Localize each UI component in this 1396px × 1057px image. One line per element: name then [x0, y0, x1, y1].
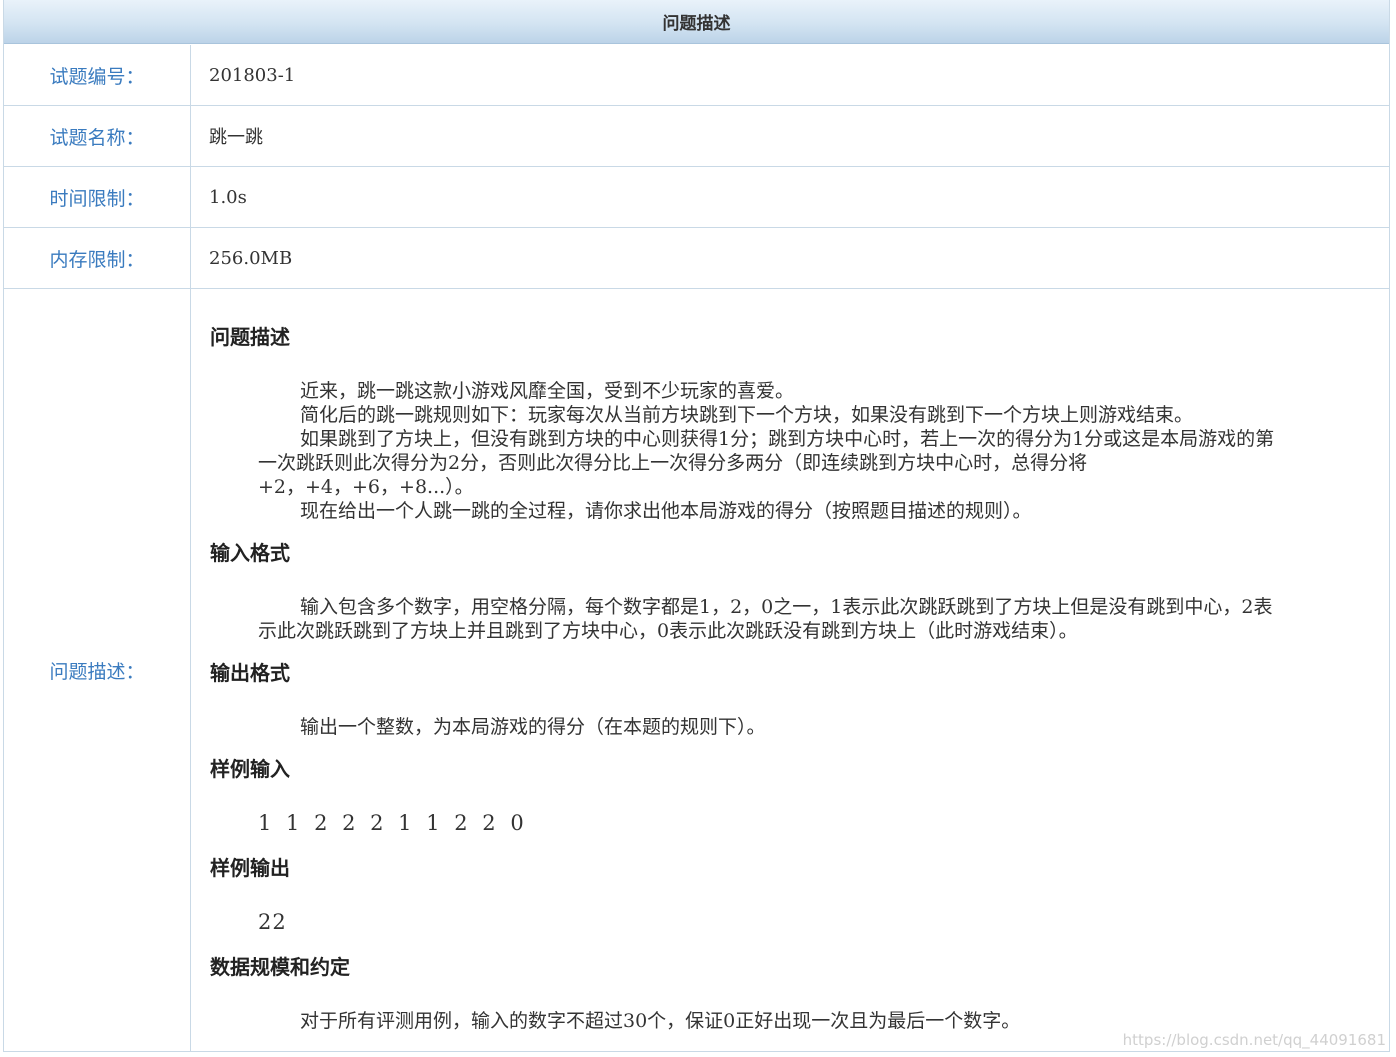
problem-text: 近来，跳一跳这款小游戏风靡全国，受到不少玩家的喜爱。 简化后的跳一跳规则如下：玩…: [258, 379, 1375, 523]
input-format-text: 输入包含多个数字，用空格分隔，每个数字都是1，2，0之一，1表示此次跳跃跳到了方…: [258, 595, 1375, 643]
problem-paragraph-1: 近来，跳一跳这款小游戏风靡全国，受到不少玩家的喜爱。: [300, 380, 795, 402]
problem-paragraph-3b: 一次跳跃则此次得分为2分，否则此次得分比上一次得分多两分（即连续跳到方块中心时，…: [258, 452, 1088, 474]
heading-constraints: 数据规模和约定: [210, 955, 350, 979]
description-content: 问题描述 近来，跳一跳这款小游戏风靡全国，受到不少玩家的喜爱。 简化后的跳一跳规…: [191, 289, 1389, 1052]
row-time-limit: 时间限制： 1.0s: [4, 167, 1389, 228]
problem-paragraph-2: 简化后的跳一跳规则如下：玩家每次从当前方块跳到下一个方块，如果没有跳到下一个方块…: [300, 404, 1194, 426]
heading-sample-output: 样例输出: [210, 856, 290, 880]
row-problem-id: 试题编号： 201803-1: [4, 45, 1389, 106]
header-title: 问题描述: [662, 14, 731, 34]
constraints-paragraph-1: 对于所有评测用例，输入的数字不超过30个，保证0正好出现一次且为最后一个数字。: [300, 1010, 1021, 1032]
problem-paragraph-4: 现在给出一个人跳一跳的全过程，请你求出他本局游戏的得分（按照题目描述的规则）。: [300, 500, 1032, 522]
row-problem-name: 试题名称： 跳一跳: [4, 106, 1389, 167]
label-problem-name: 试题名称：: [4, 106, 191, 166]
value-memory-limit: 256.0MB: [209, 247, 293, 269]
input-paragraph-1a: 输入包含多个数字，用空格分隔，每个数字都是1，2，0之一，1表示此次跳跃跳到了方…: [300, 596, 1273, 618]
watermark: https://blog.csdn.net/qq_44091681: [1122, 1031, 1386, 1049]
problem-table: 问题描述 试题编号： 201803-1 试题名称： 跳一跳 时间限制： 1.0s…: [3, 0, 1390, 1052]
row-description: 问题描述： 问题描述 近来，跳一跳这款小游戏风靡全国，受到不少玩家的喜爱。 简化…: [4, 289, 1389, 1052]
table-header: 问题描述: [4, 0, 1389, 44]
value-problem-name: 跳一跳: [209, 127, 263, 148]
label-memory-limit: 内存限制：: [4, 228, 191, 288]
heading-sample-input: 样例输入: [210, 757, 290, 781]
input-paragraph-1b: 示此次跳跃跳到了方块上并且跳到了方块中心，0表示此次跳跃没有跳到方块上（此时游戏…: [258, 620, 1078, 642]
label-description: 问题描述：: [4, 289, 191, 1052]
heading-input-format: 输入格式: [210, 541, 290, 565]
problem-paragraph-3c: +2，+4，+6，+8...）。: [258, 476, 474, 498]
output-paragraph-1: 输出一个整数，为本局游戏的得分（在本题的规则下）。: [300, 716, 766, 738]
sample-output-value: 22: [258, 910, 287, 934]
label-problem-id: 试题编号：: [4, 45, 191, 105]
output-format-text: 输出一个整数，为本局游戏的得分（在本题的规则下）。: [258, 715, 1375, 739]
label-time-limit: 时间限制：: [4, 167, 191, 227]
heading-problem: 问题描述: [210, 325, 290, 349]
value-time-limit: 1.0s: [209, 186, 247, 208]
problem-paragraph-3a: 如果跳到了方块上，但没有跳到方块的中心则获得1分；跳到方块中心时，若上一次的得分…: [300, 428, 1275, 450]
heading-output-format: 输出格式: [210, 661, 290, 685]
sample-input-value: 1 1 2 2 2 1 1 2 2 0: [258, 811, 525, 835]
row-memory-limit: 内存限制： 256.0MB: [4, 228, 1389, 289]
value-problem-id: 201803-1: [209, 64, 296, 86]
constraints-text: 对于所有评测用例，输入的数字不超过30个，保证0正好出现一次且为最后一个数字。: [258, 1009, 1375, 1033]
